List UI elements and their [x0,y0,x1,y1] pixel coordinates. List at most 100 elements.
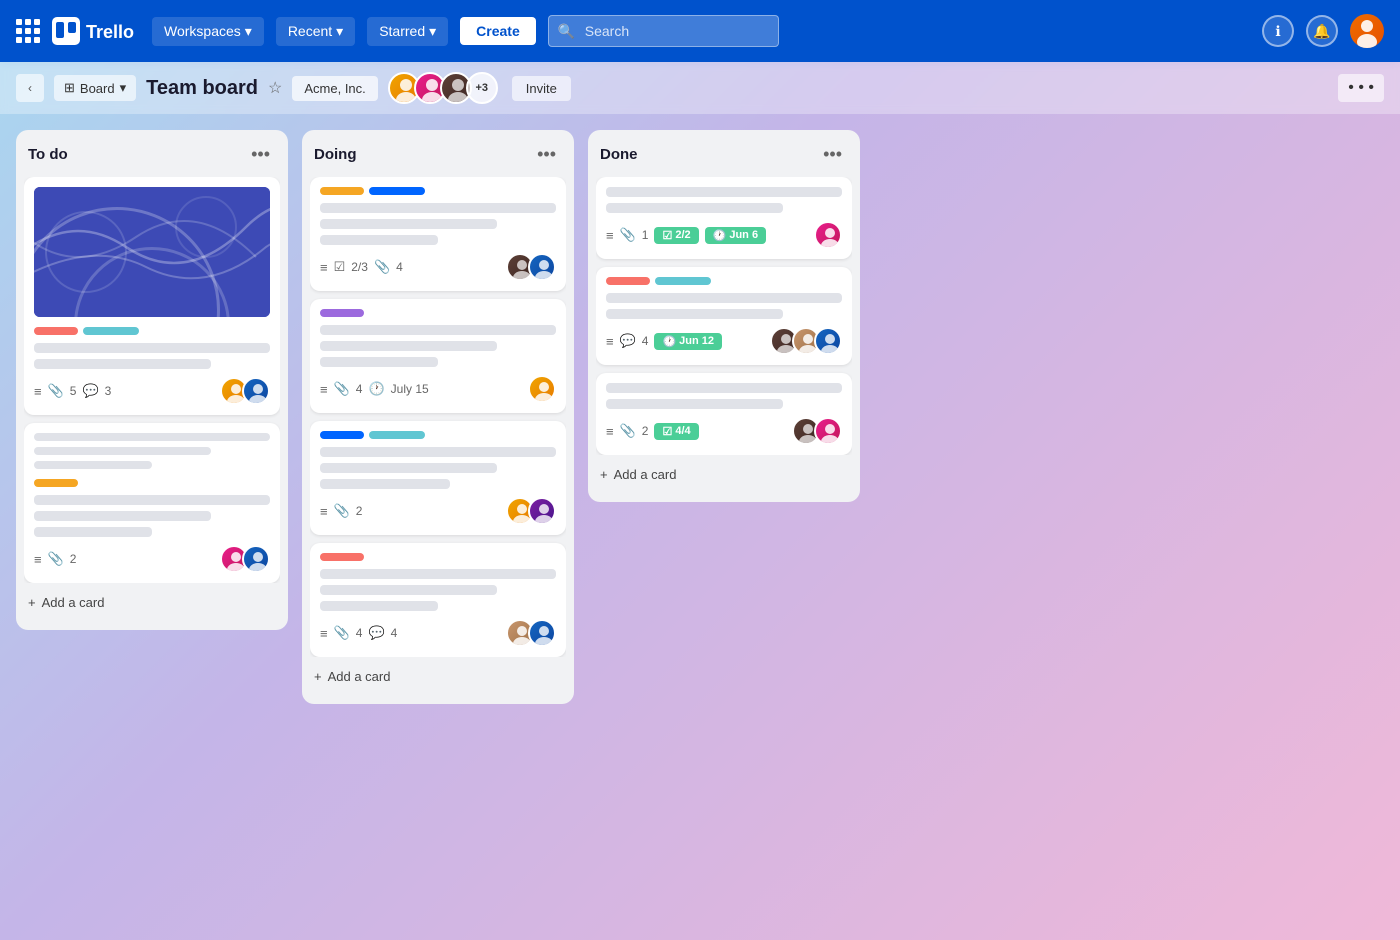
card-text-spacer [34,447,211,455]
card-members [528,375,556,403]
column-doing: Doing ••• ≡ ☑ 2/3 📎 4 [302,130,574,704]
column-doing-menu-button[interactable]: ••• [531,142,562,167]
card-doing-2[interactable]: ≡ 📎 4 🕐 July 15 [310,299,566,413]
date-badge: 🕐 Jun 6 [705,227,766,244]
card-text-line [606,187,842,197]
card-text-line [606,309,783,319]
recent-chevron-icon: ▾ [336,23,343,40]
column-todo-menu-button[interactable]: ••• [245,142,276,167]
check-badge-icon: ☑ [662,425,672,438]
list-icon: ≡ [320,626,328,641]
card-footer-icons: ≡ 📎 1 ☑ 2/2 🕐 Jun 6 [606,227,806,244]
board-header: ‹ ⊞ Board ▾ Team board ☆ Acme, Inc. +3 I… [0,62,1400,114]
card-footer: ≡ 📎 2 [34,545,270,573]
check-badge: ☑ 2/2 [654,227,698,244]
column-todo-cards: ≡ 📎 5 💬 3 [24,177,280,583]
card-labels [320,309,556,317]
recent-menu[interactable]: Recent ▾ [276,17,355,46]
create-button[interactable]: Create [460,17,536,45]
card-footer: ≡ ☑ 2/3 📎 4 [320,253,556,281]
label-blue [320,431,364,439]
add-icon: + [314,669,322,684]
board-title: Team board [146,77,258,100]
add-card-button-todo[interactable]: + Add a card [24,587,280,618]
column-todo-title: To do [28,146,68,163]
search-input[interactable] [548,15,779,47]
column-todo-header: To do ••• [24,142,280,167]
card-text-line [34,527,152,537]
card-text-line [320,235,438,245]
add-card-button-done[interactable]: + Add a card [596,459,852,490]
card-text-line [320,479,450,489]
create-label: Create [476,23,520,39]
attach-icon: 📎 [620,227,636,243]
more-options-button[interactable]: • • • [1338,74,1384,102]
attach-count: 2 [642,424,649,438]
card-text-line [606,399,783,409]
card-text-line [606,293,842,303]
card-text-line [606,203,783,213]
board-view-icon: ⊞ [64,80,75,96]
workspaces-chevron-icon: ▾ [245,23,252,40]
board-view-chevron-icon: ▾ [120,80,127,96]
card-labels [320,431,556,439]
column-doing-title: Doing [314,146,357,163]
card-members [792,417,842,445]
card-done-2[interactable]: ≡ 💬 4 🕐 Jun 12 [596,267,852,365]
card-doing-3[interactable]: ≡ 📎 2 [310,421,566,535]
comment-count: 4 [391,626,398,640]
column-done: Done ••• ≡ 📎 1 ☑ 2/2 [588,130,860,502]
card-doing-4[interactable]: ≡ 📎 4 💬 4 [310,543,566,657]
card-todo-2[interactable]: ≡ 📎 2 [24,423,280,583]
card-done-3[interactable]: ≡ 📎 2 ☑ 4/4 [596,373,852,455]
starred-menu[interactable]: Starred ▾ [367,17,448,46]
notifications-button[interactable]: 🔔 [1306,15,1338,47]
workspaces-menu[interactable]: Workspaces ▾ [152,17,264,46]
check-icon: ☑ [334,259,346,275]
attach-count: 2 [70,552,77,566]
clock-icon: 🕐 [368,381,384,397]
board-area: To do ••• [0,114,1400,940]
grid-menu-icon[interactable] [16,19,40,43]
card-members [506,253,556,281]
card-labels [606,277,842,285]
invite-button[interactable]: Invite [512,76,571,101]
column-done-menu-button[interactable]: ••• [817,142,848,167]
card-footer: ≡ 📎 5 💬 3 [34,377,270,405]
attach-icon: 📎 [334,503,350,519]
card-footer: ≡ 📎 2 ☑ 4/4 [606,417,842,445]
card-labels [320,553,556,561]
card-text-line [320,585,497,595]
member-count-badge[interactable]: +3 [466,72,498,104]
workspace-chip[interactable]: Acme, Inc. [292,76,377,101]
user-avatar[interactable] [1350,14,1384,48]
card-text-line [320,203,556,213]
member-avatars: +3 [388,72,498,104]
sidebar-toggle-button[interactable]: ‹ [16,74,44,102]
card-cover-image [34,187,270,317]
card-members [770,327,842,355]
card-todo-1[interactable]: ≡ 📎 5 💬 3 [24,177,280,415]
add-card-label: Add a card [328,669,391,684]
recent-label: Recent [288,23,332,39]
board-view-button[interactable]: ⊞ Board ▾ [54,75,136,101]
attach-count: 4 [396,260,403,274]
member-avatar [242,377,270,405]
card-footer-icons: ≡ 📎 2 [34,551,212,567]
card-footer: ≡ 📎 4 🕐 July 15 [320,375,556,403]
info-button[interactable]: ℹ [1262,15,1294,47]
bell-icon: 🔔 [1313,23,1330,40]
label-cyan [369,431,425,439]
card-doing-1[interactable]: ≡ ☑ 2/3 📎 4 [310,177,566,291]
comment-count: 4 [642,334,649,348]
starred-label: Starred [379,23,425,39]
star-button[interactable]: ☆ [268,78,282,98]
invite-label: Invite [526,81,557,96]
card-footer-icons: ≡ 📎 2 ☑ 4/4 [606,423,784,440]
card-done-1[interactable]: ≡ 📎 1 ☑ 2/2 🕐 Jun 6 [596,177,852,259]
column-doing-header: Doing ••• [310,142,566,167]
card-text-line [320,447,556,457]
attach-count: 5 [70,384,77,398]
trello-logo[interactable]: Trello [52,17,140,45]
add-card-button-doing[interactable]: + Add a card [310,661,566,692]
